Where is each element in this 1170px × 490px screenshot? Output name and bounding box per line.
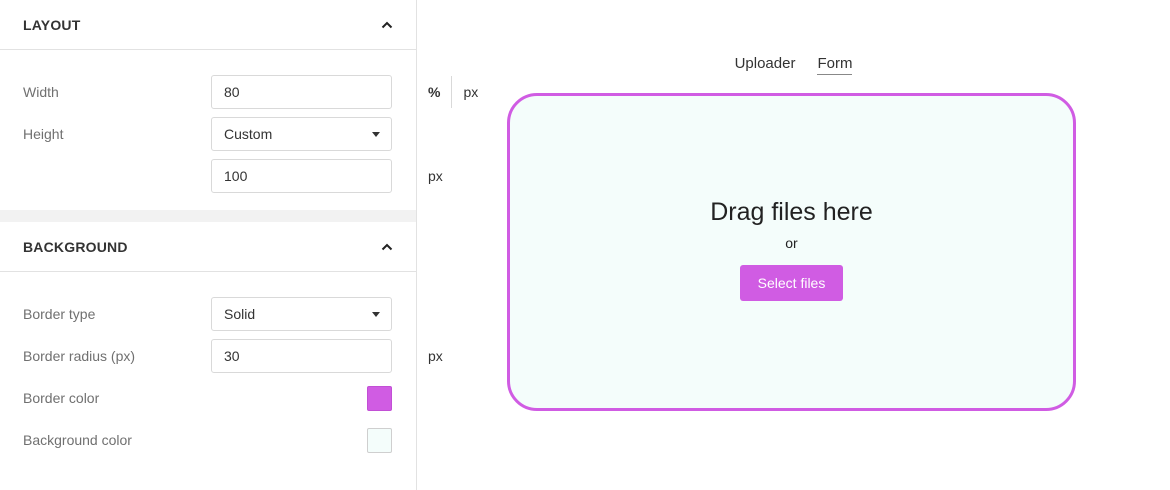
border-type-row: Border type Solid xyxy=(23,297,392,331)
background-section-body: Border type Solid Border radius (px) px … xyxy=(0,272,443,457)
background-color-row: Background color xyxy=(23,423,392,457)
height-label: Height xyxy=(23,126,64,142)
layout-section-header[interactable]: LAYOUT xyxy=(0,0,416,50)
border-radius-field: px xyxy=(211,339,443,373)
caret-down-icon xyxy=(372,131,380,137)
chevron-up-icon[interactable] xyxy=(381,19,393,31)
background-section-title: BACKGROUND xyxy=(23,238,128,255)
settings-sidebar: LAYOUT Width % px Height Custom px xyxy=(0,0,478,490)
width-field: % px xyxy=(211,75,478,109)
height-value-row: px xyxy=(23,159,443,193)
border-color-row: Border color xyxy=(23,381,392,415)
background-section-header[interactable]: BACKGROUND xyxy=(0,222,416,272)
height-value-field: px xyxy=(211,159,443,193)
dropzone-or-text: or xyxy=(785,235,798,251)
border-type-value: Solid xyxy=(224,306,256,322)
file-dropzone[interactable]: Drag files here or Select files xyxy=(507,93,1076,411)
border-type-select[interactable]: Solid xyxy=(211,297,392,331)
tab-form[interactable]: Form xyxy=(817,55,853,75)
border-color-swatch[interactable] xyxy=(367,385,392,411)
height-select[interactable]: Custom xyxy=(211,117,392,151)
border-color-label: Border color xyxy=(23,390,100,406)
layout-section-title: LAYOUT xyxy=(23,16,81,33)
layout-section-body: Width % px Height Custom px xyxy=(0,50,478,193)
width-input[interactable] xyxy=(212,76,417,108)
tab-uploader[interactable]: Uploader xyxy=(735,55,796,75)
chevron-up-icon[interactable] xyxy=(381,241,393,253)
width-row: Width % px xyxy=(23,75,478,109)
background-color-swatch[interactable] xyxy=(367,427,392,453)
height-select-value: Custom xyxy=(224,126,273,142)
background-color-label: Background color xyxy=(23,432,132,448)
border-radius-label: Border radius (px) xyxy=(23,348,136,364)
select-files-button[interactable]: Select files xyxy=(739,265,844,301)
width-label: Width xyxy=(23,84,59,100)
preview-tabs: Uploader Form xyxy=(417,55,1170,75)
border-radius-row: Border radius (px) px xyxy=(23,339,443,373)
dropzone-title: Drag files here xyxy=(710,198,873,226)
height-input[interactable] xyxy=(212,160,417,192)
caret-down-icon xyxy=(372,311,380,317)
preview-area: Uploader Form Drag files here or Select … xyxy=(417,0,1170,490)
border-type-label: Border type xyxy=(23,306,96,322)
section-divider xyxy=(0,210,416,222)
height-row: Height Custom xyxy=(23,117,392,151)
border-radius-input[interactable] xyxy=(212,340,417,372)
